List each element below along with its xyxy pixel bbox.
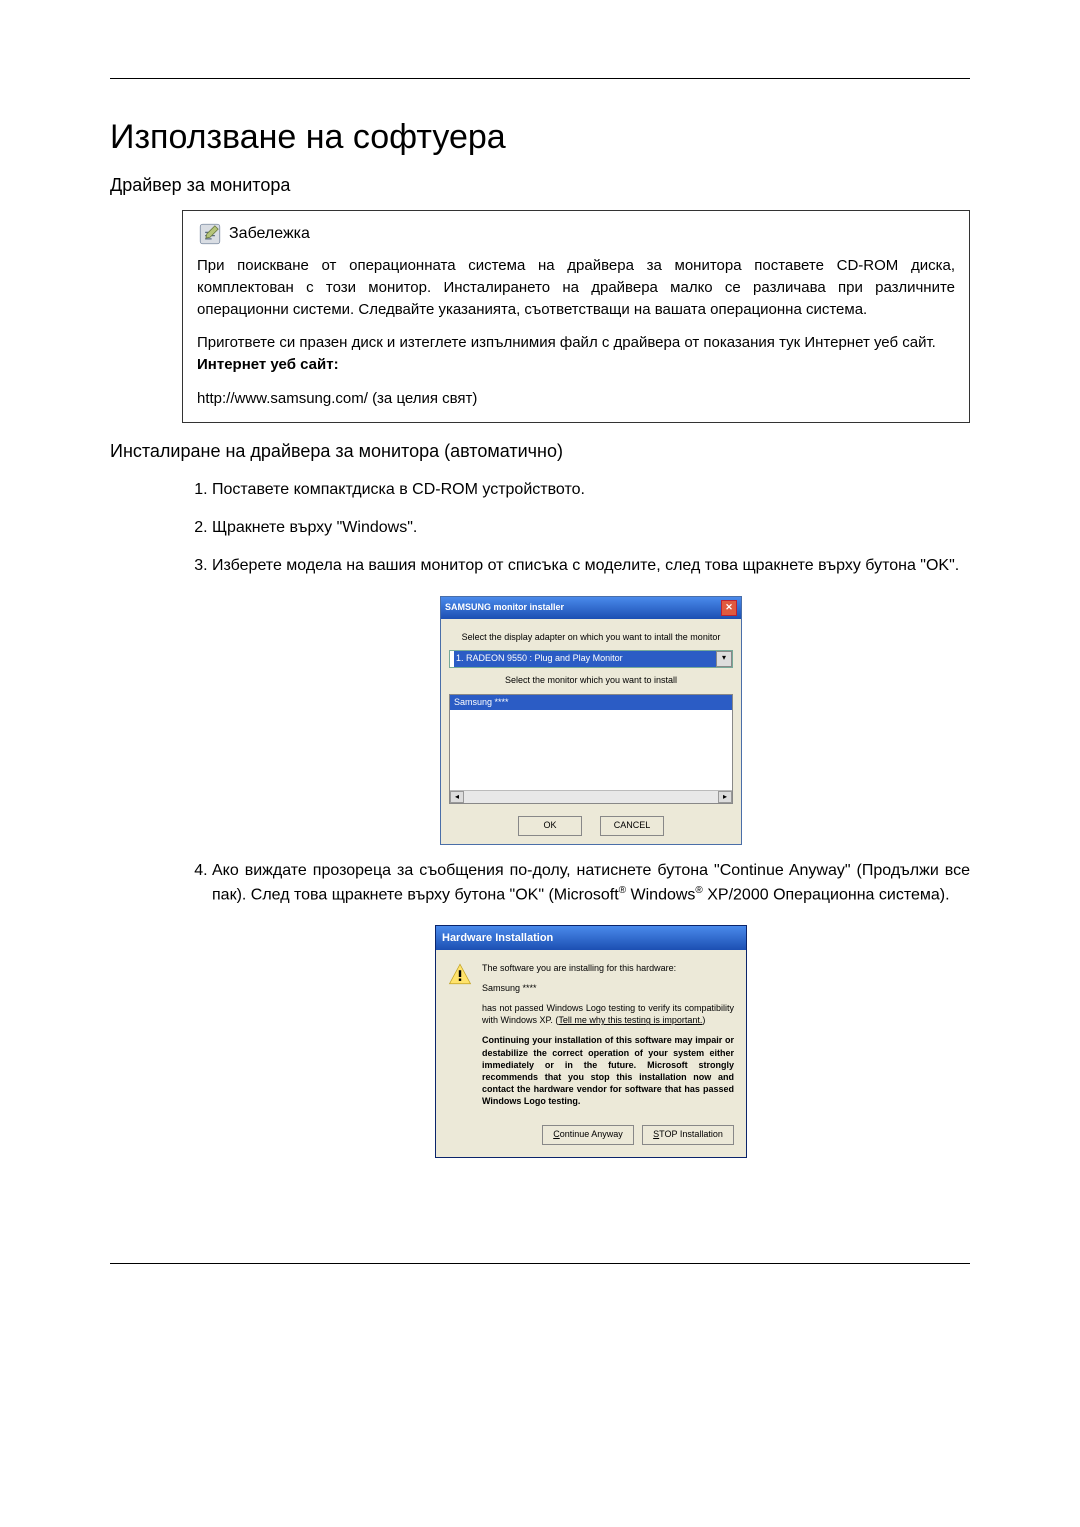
note-p2: Пригответе си празен диск и изтеглете из… [197,332,955,376]
note-box: Забележка При поискване от операционната… [182,210,970,423]
registered-mark: ® [619,885,626,896]
note-header: Забележка [197,221,955,247]
steps-list: Поставете компактдиска в CD-ROM устройст… [182,478,970,1159]
step-4: Ако виждате прозореца за съобщения по-до… [212,859,970,1159]
hw-dialog-titlebar: Hardware Installation [436,926,746,950]
samsung-line2: Select the monitor which you want to ins… [449,674,733,688]
registered-mark: ® [695,885,702,896]
stop-installation-button[interactable]: STOP Installation [642,1125,734,1145]
monitor-listbox[interactable]: Samsung **** ◂ ▸ [449,694,733,804]
step-4-text-b: Windows [626,886,695,903]
hw-p1: The software you are installing for this… [482,962,734,974]
section2-heading: Инсталиране на драйвера за монитора (авт… [110,441,970,462]
hw-p3: has not passed Windows Logo testing to v… [482,1002,734,1026]
hw-p2: Samsung **** [482,982,734,994]
note-url: http://www.samsung.com/ (за целия свят) [197,388,955,410]
note-p1: При поискване от операционната система н… [197,255,955,320]
samsung-dialog-titlebar: SAMSUNG monitor installer ✕ [441,597,741,619]
adapter-dropdown[interactable]: 1. RADEON 9550 : Plug and Play Monitor ▾ [449,650,733,668]
hw-link[interactable]: Tell me why this testing is important. [558,1015,702,1025]
rule-top [110,78,970,79]
rule-bottom [110,1263,970,1264]
note-p2-text: Пригответе си празен диск и изтеглете из… [197,334,936,351]
step-1: Поставете компактдиска в CD-ROM устройст… [212,478,970,502]
step-2: Щракнете върху "Windows". [212,516,970,540]
hw-dialog-title: Hardware Installation [442,930,553,947]
section1-heading: Драйвер за монитора [110,175,970,196]
warning-icon [448,962,472,986]
hardware-installation-dialog: Hardware Installation The software you a… [435,925,747,1158]
close-icon[interactable]: ✕ [721,600,737,616]
cancel-button[interactable]: CANCEL [600,816,664,836]
monitor-list-item[interactable]: Samsung **** [450,695,732,711]
samsung-installer-dialog: SAMSUNG monitor installer ✕ Select the d… [440,596,742,845]
ok-button[interactable]: OK [518,816,582,836]
chevron-down-icon[interactable]: ▾ [716,651,732,667]
scroll-left-icon[interactable]: ◂ [450,791,464,803]
samsung-dialog-title: SAMSUNG monitor installer [445,601,564,615]
page-title: Използване на софтуера [110,118,970,157]
step-3: Изберете модела на вашия монитор от спис… [212,554,970,845]
horizontal-scrollbar[interactable]: ◂ ▸ [450,790,732,803]
hw-p4: Continuing your installation of this sof… [482,1034,734,1107]
adapter-selected: 1. RADEON 9550 : Plug and Play Monitor [454,651,716,667]
continue-anyway-button[interactable]: Continue Anyway [542,1125,634,1145]
step-4-text-c: XP/2000 Операционна система). [703,886,950,903]
note-icon [197,221,223,247]
note-label: Забележка [229,222,310,245]
note-site-label: Интернет уеб сайт: [197,356,339,373]
step-3-text: Изберете модела на вашия монитор от спис… [212,557,959,574]
scroll-right-icon[interactable]: ▸ [718,791,732,803]
samsung-line1: Select the display adapter on which you … [449,631,733,645]
